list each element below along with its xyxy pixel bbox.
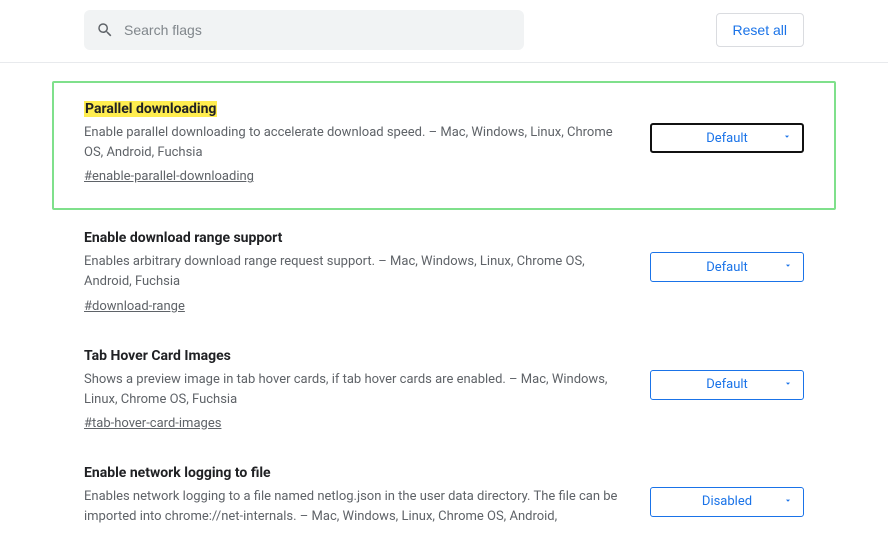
flag-anchor-link[interactable]: #download-range bbox=[84, 299, 185, 314]
flag-control: Default bbox=[650, 370, 804, 400]
flag-select-value: Default bbox=[706, 260, 748, 275]
flag-body: Enable network logging to file Enables n… bbox=[84, 465, 626, 527]
header-bar: Reset all bbox=[0, 0, 888, 63]
flag-description: Shows a preview image in tab hover cards… bbox=[84, 370, 626, 410]
flag-select-value: Disabled bbox=[702, 494, 752, 509]
flag-row: Tab Hover Card Images Shows a preview im… bbox=[52, 332, 836, 449]
flag-body: Tab Hover Card Images Shows a preview im… bbox=[84, 348, 626, 431]
flag-description: Enables network logging to a file named … bbox=[84, 487, 626, 527]
flag-row: Enable download range support Enables ar… bbox=[52, 214, 836, 331]
chevron-down-icon bbox=[783, 377, 793, 392]
flag-row: Enable network logging to file Enables n… bbox=[52, 449, 836, 545]
search-field[interactable] bbox=[84, 10, 524, 50]
flag-title: Enable download range support bbox=[84, 230, 282, 246]
flag-body: Enable download range support Enables ar… bbox=[84, 230, 626, 313]
chevron-down-icon bbox=[783, 494, 793, 509]
search-icon bbox=[96, 21, 114, 39]
flag-select-value: Default bbox=[706, 131, 748, 146]
flag-description: Enables arbitrary download range request… bbox=[84, 252, 626, 292]
flag-select[interactable]: Disabled bbox=[650, 487, 804, 517]
flag-body: Parallel downloading Enable parallel dow… bbox=[84, 101, 626, 184]
flag-anchor-link[interactable]: #enable-parallel-downloading bbox=[84, 169, 254, 184]
flag-select[interactable]: Default bbox=[650, 370, 804, 400]
flag-title: Tab Hover Card Images bbox=[84, 348, 231, 364]
flag-select-value: Default bbox=[706, 377, 748, 392]
search-input[interactable] bbox=[124, 22, 512, 38]
flag-description: Enable parallel downloading to accelerat… bbox=[84, 123, 626, 163]
flag-control: Disabled bbox=[650, 487, 804, 517]
flag-anchor-link[interactable]: #tab-hover-card-images bbox=[84, 416, 221, 431]
chevron-down-icon bbox=[782, 131, 792, 146]
flags-list: Parallel downloading Enable parallel dow… bbox=[0, 63, 888, 545]
reset-all-button[interactable]: Reset all bbox=[716, 13, 804, 47]
flag-control: Default bbox=[650, 123, 804, 153]
flag-select[interactable]: Default bbox=[650, 123, 804, 153]
flag-title: Parallel downloading bbox=[84, 101, 217, 117]
flag-title: Enable network logging to file bbox=[84, 465, 271, 481]
chevron-down-icon bbox=[783, 260, 793, 275]
flag-row: Parallel downloading Enable parallel dow… bbox=[52, 81, 836, 210]
flag-control: Default bbox=[650, 252, 804, 282]
flag-select[interactable]: Default bbox=[650, 252, 804, 282]
